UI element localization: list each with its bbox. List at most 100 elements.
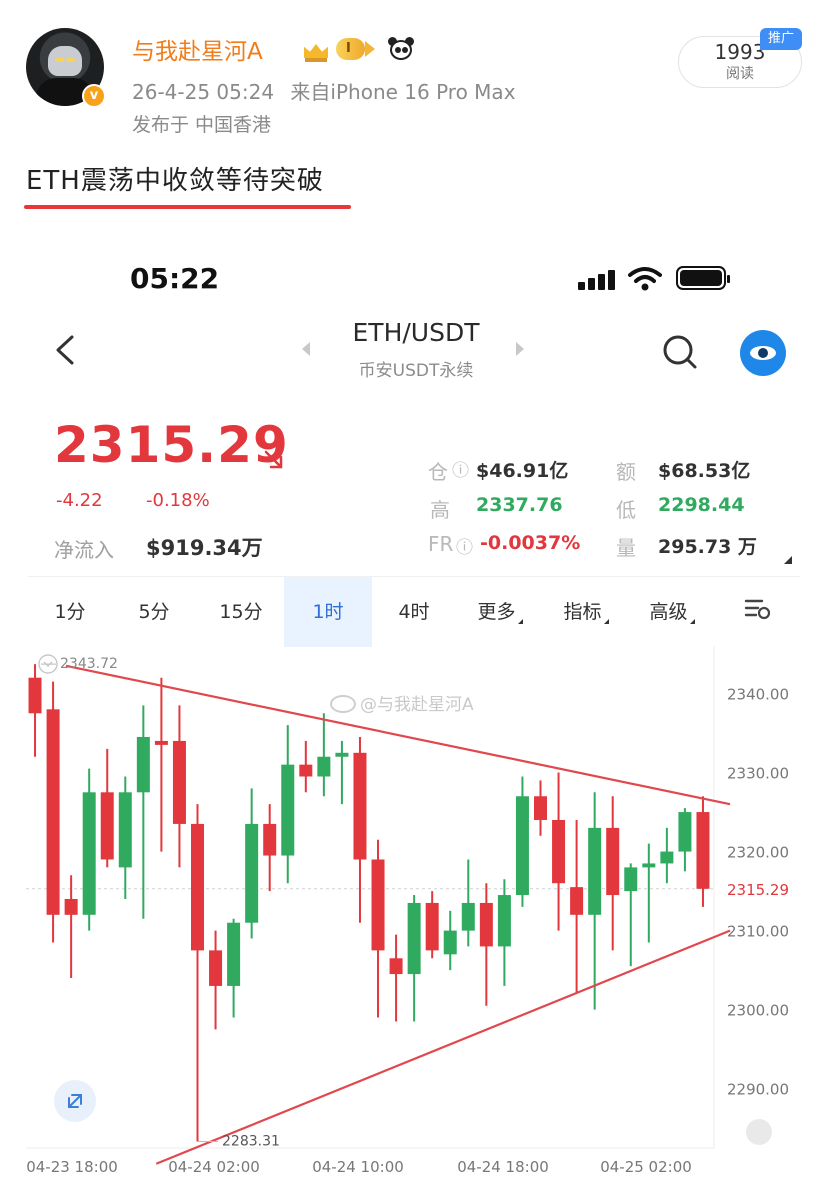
info-icon[interactable]: ⓘ: [452, 456, 469, 481]
candle-body: [154, 740, 168, 745]
y-tick-label: 2290.00: [727, 1081, 789, 1099]
x-tick-label: 04-24 02:00: [168, 1158, 260, 1176]
candle-body: [64, 899, 78, 915]
down-arrow-icon: [264, 450, 283, 469]
candle-body: [443, 930, 457, 955]
candle-body: [100, 792, 114, 860]
y-tick-label: 2340.00: [727, 686, 789, 704]
candle-body: [497, 895, 511, 947]
candlestick-chart[interactable]: 2340.00 2330.00 2320.00 2310.00 2300.00 2290.…: [0, 646, 828, 1195]
expand-stats-icon[interactable]: [784, 556, 792, 564]
reset-icon: [746, 1119, 772, 1145]
high-value: 2337.76: [476, 494, 563, 516]
back-chevron-icon[interactable]: [52, 334, 78, 366]
search-icon[interactable]: [660, 332, 700, 372]
candle-body: [588, 827, 602, 915]
candle-body: [678, 812, 692, 852]
candle-body: [172, 740, 186, 824]
expand-icon[interactable]: [54, 1080, 96, 1122]
y-tick-label: 2320.00: [727, 844, 789, 862]
candle-body: [389, 958, 403, 975]
avatar-mask: [48, 46, 82, 76]
watermark: @与我赴星河A: [330, 690, 474, 715]
candle-body: [281, 764, 295, 856]
candle-body: [642, 863, 656, 868]
tab-1m[interactable]: 1分: [40, 577, 100, 647]
fr-info-icon[interactable]: ⓘ: [456, 533, 473, 558]
x-tick-label: 04-24 18:00: [457, 1158, 549, 1176]
title-underline: [24, 205, 351, 209]
candle-body: [570, 887, 584, 915]
settings-icon[interactable]: [744, 596, 772, 622]
candle-body: [461, 902, 475, 931]
post-header: v 与我赴星河A I 26-4-25 05:24 来自iPhone 16 Pro…: [0, 0, 828, 230]
x-tick-label: 04-25 02:00: [600, 1158, 692, 1176]
fr-label: FR: [428, 532, 454, 556]
volume-amt-label: 额: [616, 460, 636, 484]
prev-pair-icon[interactable]: [302, 342, 310, 356]
y-tick-label: 2310.00: [727, 923, 789, 941]
verified-badge-icon: v: [82, 84, 106, 108]
post-location: 发布于 中国香港: [132, 114, 272, 136]
post-source: 来自iPhone 16 Pro Max: [290, 80, 516, 104]
min-label: 2283.31: [222, 1134, 280, 1150]
wifi-icon: [628, 267, 662, 291]
candle-body: [371, 859, 385, 951]
username[interactable]: 与我赴星河A: [132, 32, 263, 66]
tab-1h[interactable]: 1时: [284, 577, 372, 647]
last-price: 2315.29: [54, 416, 289, 474]
low-label: 低: [616, 498, 636, 522]
trendline-upper: [65, 664, 731, 806]
y-tick-label: 2330.00: [727, 765, 789, 783]
candle-body: [335, 752, 349, 757]
candle-body: [317, 756, 331, 777]
candle-body: [552, 819, 566, 884]
candle-body: [46, 709, 60, 915]
change-pct: -0.18%: [146, 490, 210, 511]
crown-icon[interactable]: [302, 36, 330, 62]
oi-label: 仓: [428, 460, 448, 484]
post-time: 26-4-25 05:24: [132, 80, 275, 104]
candle-body: [263, 823, 277, 856]
weibo-icon: [330, 695, 356, 713]
tab-advanced[interactable]: 高级: [636, 577, 708, 647]
oi-value: $46.91亿: [476, 460, 569, 482]
tab-5m[interactable]: 5分: [124, 577, 184, 647]
pair-title[interactable]: ETH/USDT: [326, 318, 506, 347]
panda-icon[interactable]: [387, 36, 415, 62]
tab-indicators[interactable]: 指标: [550, 577, 622, 647]
avatar-eye: [55, 58, 64, 62]
candle-body: [660, 851, 674, 864]
max-label: 2343.72: [60, 656, 118, 672]
level-badge[interactable]: I: [336, 38, 365, 60]
eye-icon[interactable]: [740, 330, 786, 376]
candle-body: [534, 796, 547, 820]
badge-row: I: [302, 34, 415, 64]
candle-body: [82, 792, 96, 915]
netflow-label: 净流入: [54, 538, 114, 562]
pair-subtitle: 币安USDT永续: [358, 361, 474, 381]
post-meta: 26-4-25 05:24 来自iPhone 16 Pro Max: [132, 76, 516, 105]
tab-15m[interactable]: 15分: [208, 577, 274, 647]
candle-body: [28, 677, 42, 714]
interval-tabs: 1分 5分 15分 1时 4时 更多 指标 高级: [28, 576, 800, 647]
candle-body: [118, 792, 132, 868]
promo-tag: 推广: [760, 28, 802, 50]
post-title: ETH震荡中收敛等待突破: [26, 166, 324, 196]
y-tick-label: 2300.00: [727, 1002, 789, 1020]
candle-body: [624, 867, 638, 892]
netflow-value: $919.34万: [146, 536, 263, 560]
next-pair-icon[interactable]: [516, 342, 524, 356]
tab-more[interactable]: 更多: [464, 577, 536, 647]
candle-body: [136, 736, 150, 793]
tab-4h[interactable]: 4时: [384, 577, 444, 647]
candle-body: [696, 812, 710, 889]
x-tick-label: 04-23 18:00: [26, 1158, 118, 1176]
candle-body: [606, 827, 620, 896]
avatar-eye: [66, 58, 75, 62]
low-value: 2298.44: [658, 494, 745, 516]
candle-body: [245, 823, 259, 923]
candle-body: [209, 950, 223, 986]
qty-value: 295.73 万: [658, 536, 757, 558]
candle-body: [407, 902, 421, 975]
